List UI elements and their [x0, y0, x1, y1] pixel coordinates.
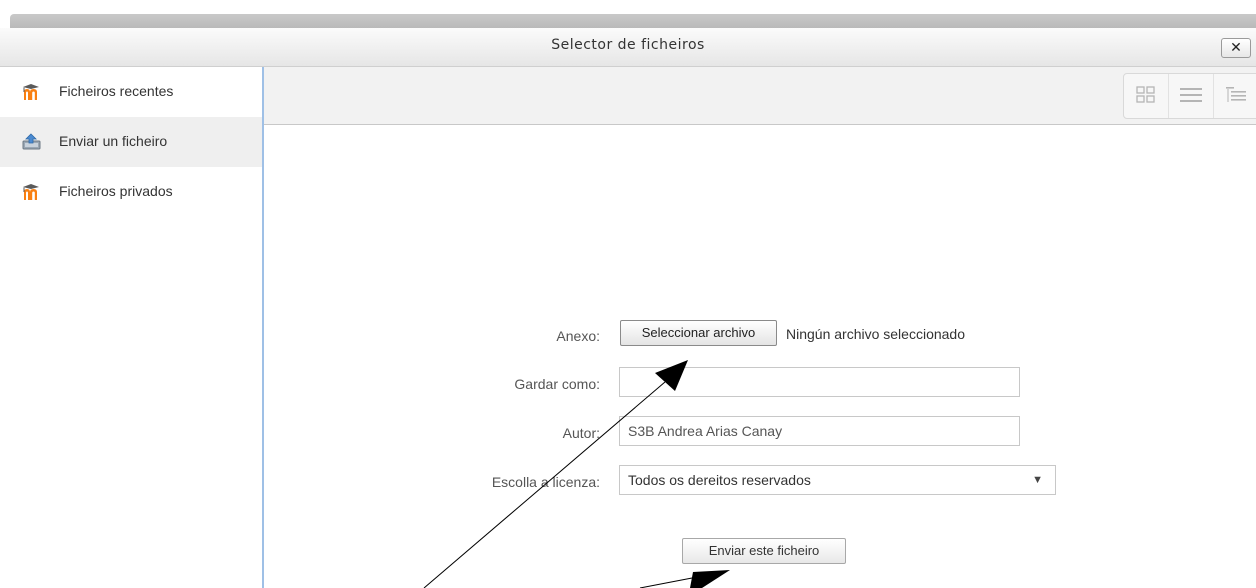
author-label: Autor:: [562, 425, 600, 441]
repository-sidebar: Ficheiros recentes Enviar un ficheiro Fi…: [0, 67, 264, 588]
moodle-logo-icon: [21, 83, 43, 101]
window-top-strip: [0, 0, 1256, 28]
dropdown-arrow-icon: ▼: [1032, 474, 1043, 486]
file-status-text: Ningún archivo seleccionado: [786, 326, 965, 342]
close-button[interactable]: ✕: [1221, 38, 1251, 58]
upload-file-button[interactable]: Enviar este ficheiro: [682, 538, 846, 564]
view-mode-group: [1123, 73, 1256, 119]
author-row: Autor: S3B Andrea Arias Canay: [264, 416, 1256, 450]
icons-view-icon: [1136, 85, 1156, 107]
save-as-input[interactable]: [619, 367, 1020, 397]
moodle-logo-icon: [21, 183, 43, 201]
license-row: Escolla a licenza: Todos os dereitos res…: [264, 465, 1256, 499]
view-toolbar: [264, 67, 1256, 125]
dialog-titlebar: Selector de ficheiros ✕: [0, 28, 1256, 67]
license-label: Escolla a licenza:: [491, 474, 600, 490]
author-input[interactable]: S3B Andrea Arias Canay: [619, 416, 1020, 446]
tree-view-icon: [1226, 86, 1246, 107]
sidebar-item-upload-file[interactable]: Enviar un ficheiro: [0, 117, 262, 167]
sidebar-item-private-files[interactable]: Ficheiros privados: [0, 167, 262, 217]
tree-view-button[interactable]: [1214, 74, 1256, 118]
sidebar-item-label: Ficheiros recentes: [59, 83, 174, 99]
sidebar-item-recent-files[interactable]: Ficheiros recentes: [0, 67, 262, 117]
sidebar-item-label: Ficheiros privados: [59, 183, 173, 199]
sidebar-item-label: Enviar un ficheiro: [59, 133, 168, 149]
upload-icon: [21, 133, 43, 151]
save-as-row: Gardar como:: [264, 367, 1256, 401]
file-picker-main: Anexo: Seleccionar archivo Ningún archiv…: [264, 67, 1256, 588]
list-view-button[interactable]: [1169, 74, 1214, 118]
license-select[interactable]: Todos os dereitos reservados ▼: [619, 465, 1056, 495]
icons-view-button[interactable]: [1124, 74, 1169, 118]
list-view-icon: [1180, 87, 1202, 106]
choose-file-button[interactable]: Seleccionar archivo: [620, 320, 777, 346]
attachment-label: Anexo:: [556, 328, 600, 344]
window-top-bar: [10, 14, 1256, 28]
license-selected-value: Todos os dereitos reservados: [628, 472, 811, 488]
dialog-title: Selector de ficheiros: [551, 37, 705, 53]
attachment-row: Anexo: Seleccionar archivo Ningún archiv…: [264, 319, 1256, 353]
save-as-label: Gardar como:: [514, 376, 600, 392]
